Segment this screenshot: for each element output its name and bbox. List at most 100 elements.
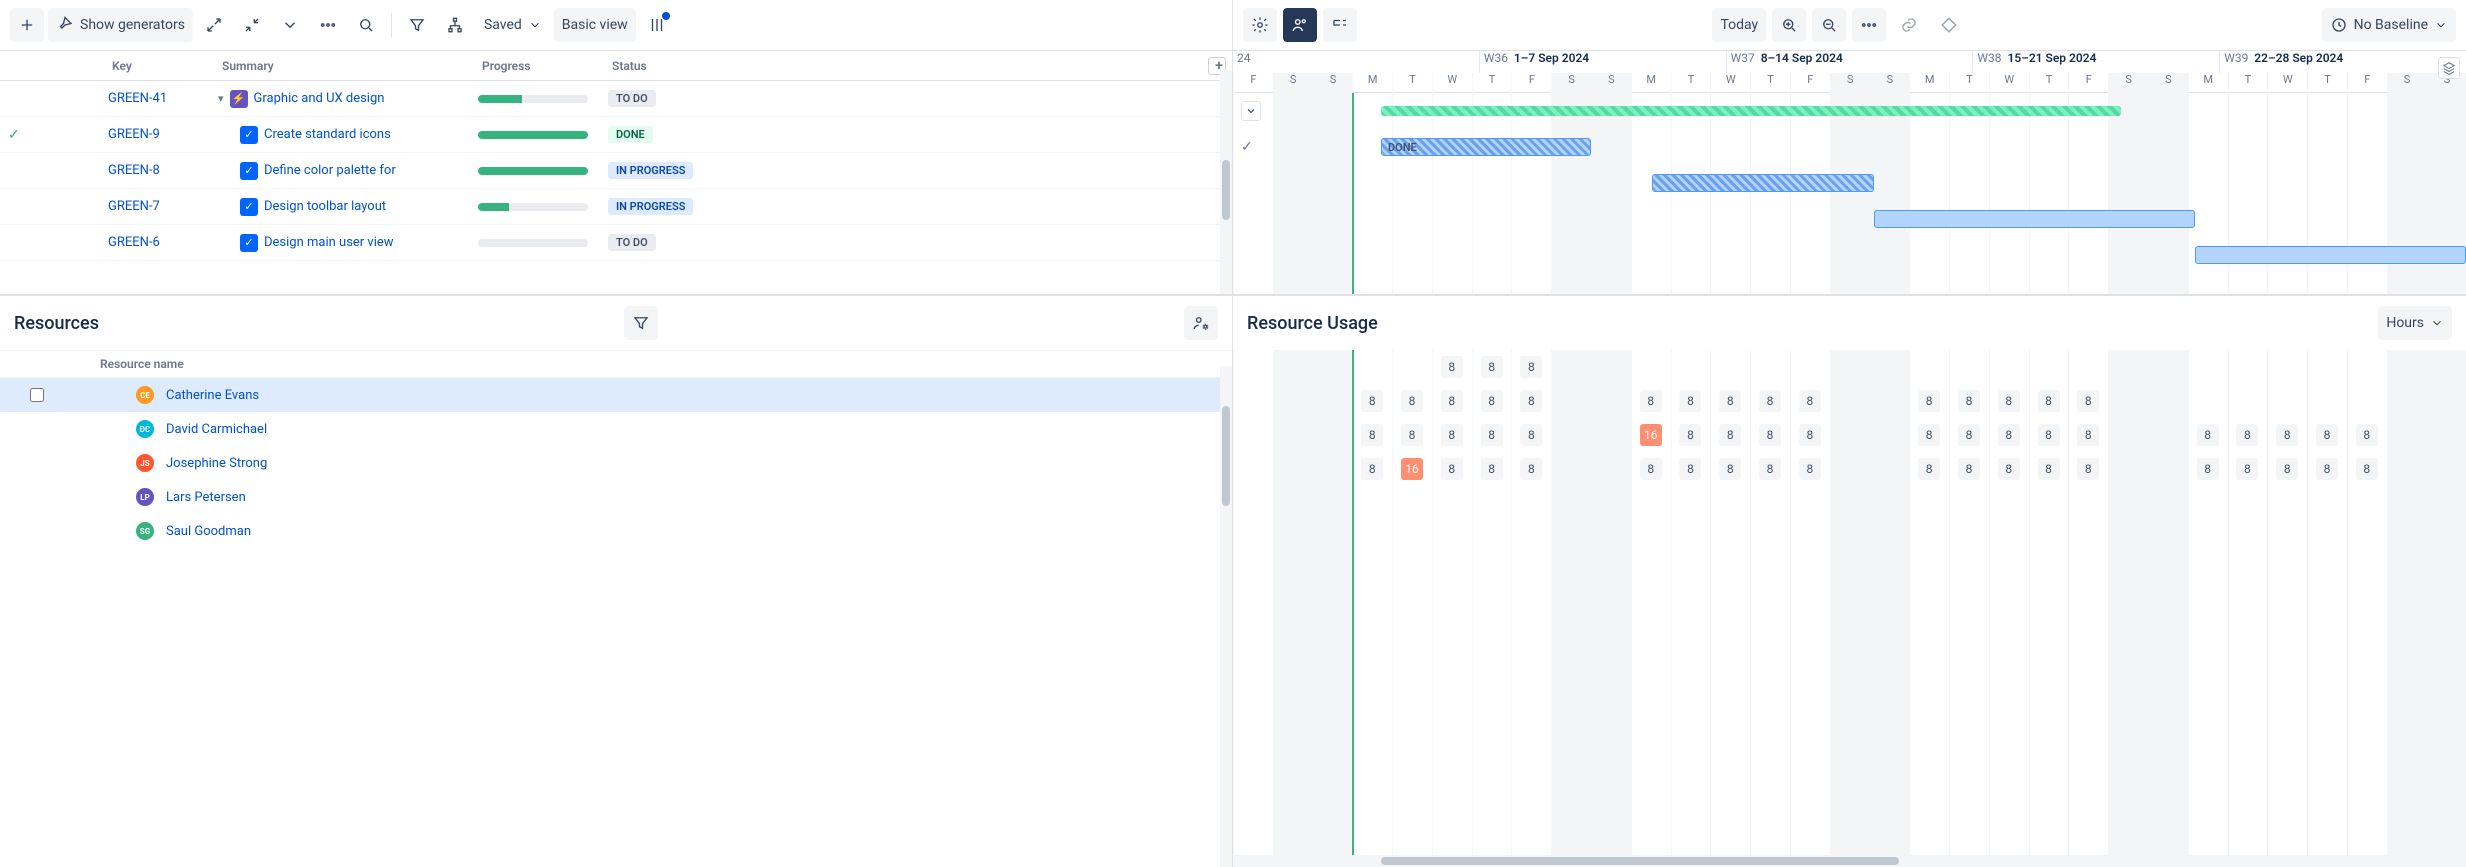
gantt-settings-button[interactable] [1243, 8, 1277, 42]
col-status[interactable]: Status [608, 59, 738, 73]
col-key[interactable]: Key [108, 59, 218, 73]
hours-chip[interactable]: 8 [1361, 458, 1383, 480]
issue-row[interactable]: GREEN-41 ▾ ⚡ Graphic and UX design TO DO [0, 81, 1232, 117]
resource-name-link[interactable]: Josephine Strong [166, 456, 267, 471]
hours-chip[interactable]: 8 [1481, 424, 1503, 446]
issue-key-link[interactable]: GREEN-6 [108, 235, 160, 250]
gantt-bar[interactable]: DONE [1381, 138, 1591, 156]
hours-chip[interactable]: 8 [1520, 458, 1542, 480]
hours-chip[interactable]: 8 [1640, 458, 1662, 480]
transform-button[interactable] [438, 8, 472, 42]
baseline-button[interactable]: No Baseline [2322, 8, 2456, 42]
resource-row[interactable]: JS Josephine Strong [0, 446, 1232, 480]
hours-chip[interactable]: 8 [1998, 390, 2020, 412]
hours-chip[interactable]: 8 [2077, 390, 2099, 412]
basic-view-button[interactable]: Basic view [554, 8, 636, 42]
gantt-bar[interactable] [2195, 246, 2466, 264]
hours-chip[interactable]: 8 [1958, 458, 1980, 480]
filter-button[interactable] [400, 8, 434, 42]
expand-chevron-icon[interactable]: ▾ [218, 92, 224, 105]
hours-chip[interactable]: 8 [1918, 390, 1940, 412]
resource-checkbox[interactable] [30, 388, 44, 402]
hours-chip[interactable]: 8 [1799, 458, 1821, 480]
hours-chip[interactable]: 8 [1679, 458, 1701, 480]
row-expand-button[interactable] [1241, 101, 1261, 121]
issue-key-link[interactable]: GREEN-9 [108, 127, 160, 142]
hours-chip[interactable]: 8 [1520, 356, 1542, 378]
hours-chip[interactable]: 8 [2077, 458, 2099, 480]
issue-key-link[interactable]: GREEN-8 [108, 163, 160, 178]
gantt-row[interactable]: ✓DONE [1233, 129, 2466, 165]
hours-chip[interactable]: 8 [2276, 458, 2298, 480]
collapse-button[interactable] [235, 8, 269, 42]
issue-key-link[interactable]: GREEN-7 [108, 199, 160, 214]
expand-button[interactable] [197, 8, 231, 42]
zoom-in-button[interactable] [1772, 8, 1806, 42]
hours-chip[interactable]: 8 [1481, 458, 1503, 480]
col-progress[interactable]: Progress [478, 59, 608, 73]
issue-row[interactable]: GREEN-7 ✓ Design toolbar layout IN PROGR… [0, 189, 1232, 225]
today-button[interactable]: Today [1712, 8, 1766, 42]
issue-row[interactable]: ✓ GREEN-9 ✓ Create standard icons DONE [0, 117, 1232, 153]
hours-chip[interactable]: 8 [2038, 390, 2060, 412]
resource-name-link[interactable]: Catherine Evans [166, 388, 259, 403]
hours-chip[interactable]: 8 [1799, 390, 1821, 412]
show-generators-button[interactable]: Show generators [48, 8, 193, 42]
resource-name-link[interactable]: David Carmichael [166, 422, 267, 437]
hours-chip[interactable]: 8 [1441, 458, 1463, 480]
resource-row[interactable]: DC David Carmichael [0, 412, 1232, 446]
usage-unit-button[interactable]: Hours [2378, 306, 2452, 340]
hours-chip[interactable]: 8 [1918, 424, 1940, 446]
hours-chip[interactable]: 8 [1520, 390, 1542, 412]
hours-chip[interactable]: 8 [2197, 458, 2219, 480]
hours-chip[interactable]: 8 [1719, 390, 1741, 412]
issue-row[interactable]: GREEN-8 ✓ Define color palette for IN PR… [0, 153, 1232, 189]
hours-chip[interactable]: 8 [1361, 390, 1383, 412]
hours-chip[interactable]: 8 [1998, 424, 2020, 446]
hours-chip[interactable]: 8 [1441, 356, 1463, 378]
status-badge[interactable]: IN PROGRESS [608, 198, 693, 215]
hours-chip[interactable]: 16 [1640, 424, 1662, 446]
hours-chip[interactable]: 8 [2356, 424, 2378, 446]
hours-chip[interactable]: 8 [1481, 356, 1503, 378]
hours-chip[interactable]: 8 [1719, 458, 1741, 480]
hours-chip[interactable]: 8 [2077, 424, 2099, 446]
gantt-row[interactable] [1233, 93, 2466, 129]
hours-chip[interactable]: 8 [1679, 390, 1701, 412]
gantt-more-button[interactable] [1852, 8, 1886, 42]
resources-settings-button[interactable] [1184, 306, 1218, 340]
dependencies-button[interactable] [1323, 8, 1357, 42]
gantt-row[interactable] [1233, 165, 2466, 201]
hours-chip[interactable]: 8 [1759, 458, 1781, 480]
status-badge[interactable]: TO DO [608, 234, 656, 251]
col-summary[interactable]: Summary [218, 59, 478, 73]
hours-chip[interactable]: 8 [1640, 390, 1662, 412]
gantt-bar[interactable] [1874, 210, 2195, 228]
gantt-row[interactable] [1233, 237, 2466, 273]
hours-chip[interactable]: 8 [2276, 424, 2298, 446]
zoom-out-button[interactable] [1812, 8, 1846, 42]
hours-chip[interactable]: 8 [1679, 424, 1701, 446]
gantt-row[interactable] [1233, 201, 2466, 237]
columns-button[interactable] [640, 8, 674, 42]
hours-chip[interactable]: 8 [1958, 424, 1980, 446]
gantt-body[interactable]: ✓DONE [1233, 93, 2466, 294]
usage-grid[interactable]: 8888888888888888888888816888888888888888… [1233, 350, 2466, 855]
hours-chip[interactable]: 8 [1401, 390, 1423, 412]
resources-filter-button[interactable] [624, 306, 658, 340]
usage-hscrollbar[interactable] [1233, 855, 2466, 867]
resource-row[interactable]: SG Saul Goodman [0, 514, 1232, 548]
hours-chip[interactable]: 8 [1759, 424, 1781, 446]
hours-chip[interactable]: 8 [1799, 424, 1821, 446]
expand-menu-button[interactable] [273, 8, 307, 42]
more-button[interactable] [311, 8, 345, 42]
link-button[interactable] [1892, 8, 1926, 42]
hours-chip[interactable]: 8 [2356, 458, 2378, 480]
hours-chip[interactable]: 8 [1401, 424, 1423, 446]
hours-chip[interactable]: 8 [1441, 390, 1463, 412]
hours-chip[interactable]: 8 [2197, 424, 2219, 446]
hours-chip[interactable]: 8 [2316, 458, 2338, 480]
status-badge[interactable]: TO DO [608, 90, 656, 107]
resource-row[interactable]: LP Lars Petersen [0, 480, 1232, 514]
hours-chip[interactable]: 8 [1481, 390, 1503, 412]
